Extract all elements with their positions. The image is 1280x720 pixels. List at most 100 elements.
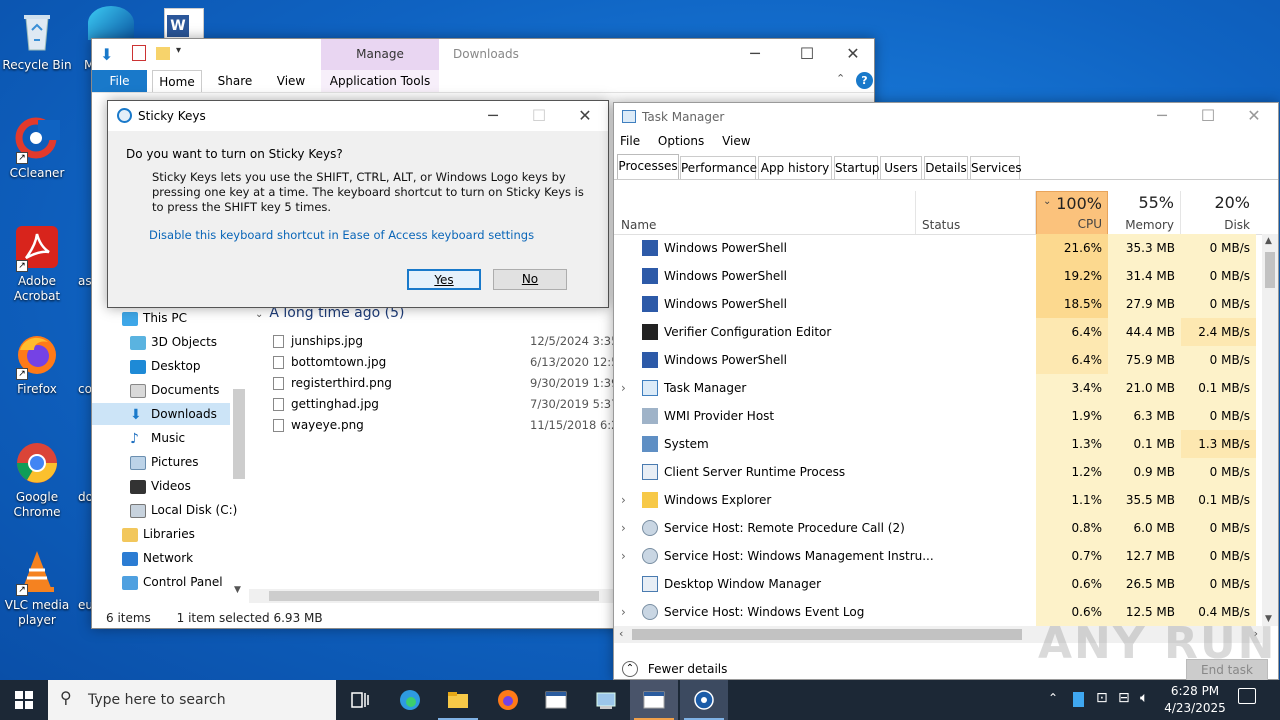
process-row[interactable]: Verifier Configuration Editor 6.4% 44.4 MB… [614, 318, 1256, 346]
desktop-icon-ccleaner[interactable]: ↗ CCleaner [0, 116, 74, 181]
file-row[interactable]: junships.jpg [273, 331, 363, 352]
scroll-up-icon[interactable]: ▲ [1265, 236, 1272, 246]
nav-item[interactable]: Videos [130, 475, 191, 497]
process-row[interactable]: › Service Host: Remote Procedure Call (2)… [614, 514, 1256, 542]
show-hidden-icons-chevron-icon[interactable]: ⌃ [1048, 691, 1058, 705]
process-row[interactable]: Windows PowerShell 21.6% 35.3 MB 0 MB/s [614, 234, 1256, 262]
taskbar-ease-of-access[interactable] [680, 680, 728, 720]
nav-item[interactable]: ♪ Music [130, 427, 185, 449]
menu-file[interactable]: File [620, 134, 640, 148]
process-row[interactable]: Client Server Runtime Process 1.2% 0.9 MB 0… [614, 458, 1256, 486]
process-row[interactable]: Desktop Window Manager 0.6% 26.5 MB 0 MB/s [614, 570, 1256, 598]
nav-item[interactable]: Control Panel [122, 571, 223, 593]
vertical-scrollbar[interactable]: ▲ ▼ [1262, 234, 1278, 626]
fewer-details-button[interactable]: ⌃ Fewer details [622, 661, 727, 677]
column-header-memory[interactable]: 55% Memory [1108, 191, 1181, 235]
column-header-status[interactable]: Status [916, 191, 1036, 235]
scroll-left-icon[interactable]: ‹ [619, 627, 623, 640]
nav-item[interactable]: Local Disk (C:) [130, 499, 237, 521]
taskbar-file-explorer[interactable] [434, 680, 482, 720]
device-icon[interactable]: ⊡ [1096, 690, 1108, 706]
column-header-disk[interactable]: 20% Disk [1181, 191, 1256, 235]
tab-services[interactable]: Services [970, 156, 1022, 179]
nav-item[interactable]: Network [122, 547, 193, 569]
tab-application-tools[interactable]: Application Tools [321, 70, 439, 92]
nav-item[interactable]: 3D Objects [130, 331, 217, 353]
maximize-button[interactable]: ☐ [784, 39, 830, 69]
tab-file[interactable]: File [92, 70, 147, 92]
process-row[interactable]: › Service Host: Windows Management Instru… [614, 542, 1256, 570]
quick-access-down-icon[interactable]: ⬇ [100, 45, 113, 64]
desktop-icon-recycle-bin[interactable]: Recycle Bin [0, 8, 74, 73]
file-row[interactable]: gettinghad.jpg [273, 394, 379, 415]
nav-item[interactable]: This PC [122, 307, 187, 329]
column-header-cpu[interactable]: ⌄ 100% CPU [1036, 191, 1108, 235]
tab-app-history[interactable]: App history [758, 156, 832, 179]
tab-view[interactable]: View [266, 70, 316, 92]
process-row[interactable]: Windows PowerShell 19.2% 31.4 MB 0 MB/s [614, 262, 1256, 290]
taskbar-control-panel[interactable] [582, 680, 630, 720]
menu-options[interactable]: Options [658, 134, 704, 148]
process-row[interactable]: › Windows Explorer 1.1% 35.5 MB 0.1 MB/s [614, 486, 1256, 514]
expand-chevron-icon[interactable]: › [621, 374, 633, 402]
tab-performance[interactable]: Performance [680, 156, 757, 179]
action-center-icon[interactable] [1238, 688, 1256, 704]
scroll-down-icon[interactable]: ▼ [234, 585, 241, 595]
tab-home[interactable]: Home [152, 70, 202, 92]
expand-chevron-icon[interactable]: › [621, 486, 633, 514]
desktop-icon-chrome[interactable]: Google Chrome [0, 440, 74, 520]
expand-chevron-icon[interactable]: › [621, 598, 633, 626]
scrollbar-thumb[interactable] [632, 629, 1022, 640]
volume-icon[interactable]: 🔈︎ [1140, 690, 1148, 706]
manage-context-tab[interactable]: Manage [321, 39, 439, 70]
tab-users[interactable]: Users [880, 156, 922, 179]
notification-app-icon[interactable] [1073, 692, 1084, 707]
help-icon[interactable]: ? [856, 72, 873, 89]
search-box[interactable]: ⚲ Type here to search [48, 680, 336, 720]
maximize-button[interactable]: ☐ [1185, 103, 1231, 131]
desktop-icon-firefox[interactable]: ↗ Firefox [0, 332, 74, 397]
minimize-button[interactable]: ─ [732, 39, 778, 69]
menu-view[interactable]: View [722, 134, 750, 148]
no-button[interactable]: No [493, 269, 567, 290]
process-row[interactable]: Windows PowerShell 6.4% 75.9 MB 0 MB/s [614, 346, 1256, 374]
minimize-button[interactable]: ─ [1139, 103, 1185, 131]
expand-chevron-icon[interactable]: › [621, 514, 633, 542]
nav-item[interactable]: Libraries [122, 523, 195, 545]
properties-icon[interactable] [132, 45, 146, 61]
network-icon[interactable]: ⊟ [1118, 690, 1130, 706]
minimize-button[interactable]: ─ [470, 101, 516, 131]
customize-toolbar-icon[interactable]: ▾ [176, 45, 181, 56]
nav-item-selected[interactable]: ⬇ Downloads [92, 403, 230, 425]
tab-startup[interactable]: Startup [834, 156, 880, 179]
expand-chevron-icon[interactable]: › [621, 542, 633, 570]
scrollbar-thumb[interactable] [1265, 252, 1275, 288]
nav-item[interactable]: Documents [130, 379, 219, 401]
edge-desktop-icon[interactable] [88, 6, 134, 40]
close-button[interactable]: ✕ [562, 101, 608, 131]
column-header-name[interactable]: Name [614, 191, 916, 235]
tab-share[interactable]: Share [210, 70, 260, 92]
desktop-icon-acrobat[interactable]: ↗ Adobe Acrobat [0, 224, 74, 304]
process-row[interactable]: › Task Manager 3.4% 21.0 MB 0.1 MB/s [614, 374, 1256, 402]
nav-item[interactable]: Desktop [130, 355, 201, 377]
file-row[interactable]: bottomtown.jpg [273, 352, 386, 373]
tab-processes[interactable]: Processes [617, 154, 679, 179]
process-row[interactable]: WMI Provider Host 1.9% 6.3 MB 0 MB/s [614, 402, 1256, 430]
process-row[interactable]: System 1.3% 0.1 MB 1.3 MB/s [614, 430, 1256, 458]
taskbar-active-window[interactable] [630, 680, 678, 720]
close-button[interactable]: ✕ [1231, 103, 1277, 131]
expand-ribbon-icon[interactable]: ⌃ [836, 72, 845, 85]
new-folder-icon[interactable] [156, 47, 170, 60]
taskbar-window-app[interactable] [532, 680, 580, 720]
file-row[interactable]: wayeye.png [273, 415, 364, 436]
task-view-button[interactable] [336, 680, 384, 720]
desktop-icon-vlc[interactable]: ↗ VLC media player [0, 548, 74, 628]
file-row[interactable]: registerthird.png [273, 373, 392, 394]
clock[interactable]: 6:28 PM 4/23/2025 [1162, 683, 1228, 717]
horizontal-scrollbar[interactable] [249, 589, 613, 603]
scrollbar-thumb[interactable] [269, 591, 599, 601]
nav-scrollbar-thumb[interactable] [233, 389, 245, 479]
close-button[interactable]: ✕ [830, 39, 876, 69]
taskbar-firefox[interactable] [484, 680, 532, 720]
